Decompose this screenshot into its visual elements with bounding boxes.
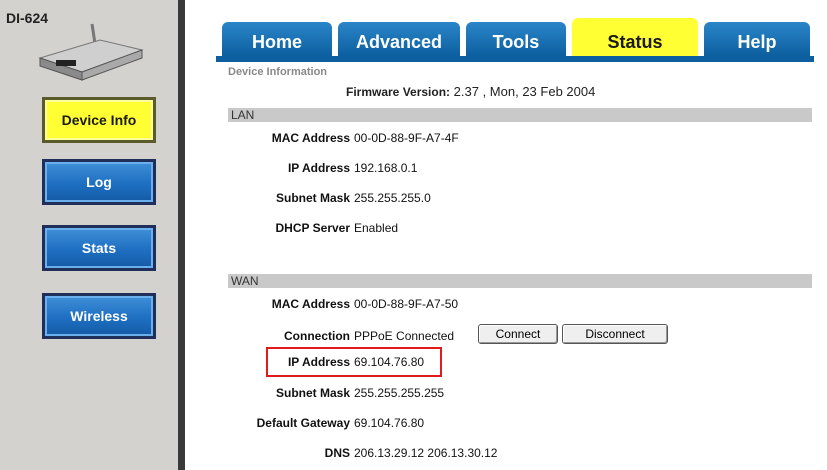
log-label: Log	[86, 174, 112, 190]
main-panel: Home Advanced Tools Status Help Device I…	[204, 0, 827, 470]
device-info-button[interactable]: Device Info	[42, 97, 156, 143]
lan-mac-label: MAC Address	[271, 131, 350, 145]
wan-ip-row: IP Address 69.104.76.80	[216, 353, 424, 371]
wan-ip-value: 69.104.76.80	[354, 355, 425, 369]
wan-subnet-row: Subnet Mask 255.255.255.255	[216, 384, 444, 402]
wan-mac-value: 00-0D-88-9F-A7-50	[354, 297, 459, 311]
sidebar-divider	[178, 0, 185, 470]
stats-button[interactable]: Stats	[42, 225, 156, 271]
gap	[185, 0, 204, 470]
wan-mac-row: MAC Address 00-0D-88-9F-A7-50	[216, 295, 458, 313]
lan-dhcp-value: Enabled	[354, 221, 399, 235]
tab-bar: Home Advanced Tools Status Help	[216, 18, 814, 56]
lan-subnet-label: Subnet Mask	[275, 191, 350, 205]
lan-subnet-value: 255.255.255.0	[354, 191, 431, 205]
stats-label: Stats	[81, 240, 117, 256]
lan-ip-row: IP Address 192.168.0.1	[216, 159, 417, 177]
wan-gateway-value: 69.104.76.80	[354, 416, 425, 430]
firmware-line: Firmware Version: 2.37 , Mon, 23 Feb 200…	[346, 84, 595, 99]
wan-gateway-row: Default Gateway 69.104.76.80	[216, 414, 424, 432]
tab-help[interactable]: Help	[704, 22, 810, 56]
lan-subnet-row: Subnet Mask 255.255.255.0	[216, 189, 431, 207]
lan-dhcp-label: DHCP Server	[275, 221, 350, 235]
firmware-label: Firmware Version:	[346, 85, 451, 99]
tab-tools[interactable]: Tools	[466, 22, 566, 56]
wireless-button[interactable]: Wireless	[42, 293, 156, 339]
lan-mac-row: MAC Address 00-0D-88-9F-A7-4F	[216, 129, 459, 147]
router-icon	[38, 23, 144, 81]
wan-section-bar: WAN	[228, 274, 812, 288]
connect-button[interactable]: Connect	[478, 324, 558, 344]
wan-connection-label: Connection	[284, 329, 350, 343]
lan-mac-value: 00-0D-88-9F-A7-4F	[354, 131, 459, 145]
wan-dns-row: DNS 206.13.29.12 206.13.30.12	[216, 444, 498, 462]
disconnect-button[interactable]: Disconnect	[562, 324, 668, 344]
wan-connection-value: PPPoE Connected	[354, 329, 455, 343]
wan-connection-row: Connection PPPoE Connected	[216, 327, 454, 345]
lan-section-bar: LAN	[228, 108, 812, 122]
wan-dns-label: DNS	[324, 446, 350, 460]
lan-dhcp-row: DHCP Server Enabled	[216, 219, 399, 237]
wan-ip-label: IP Address	[287, 355, 350, 369]
status-content: Device Information Firmware Version: 2.3…	[216, 62, 814, 470]
lan-ip-label: IP Address	[287, 161, 350, 175]
firmware-value: 2.37 , Mon, 23 Feb 2004	[453, 84, 596, 99]
tab-home[interactable]: Home	[222, 22, 332, 56]
tab-advanced[interactable]: Advanced	[338, 22, 460, 56]
tab-status[interactable]: Status	[572, 18, 698, 56]
wireless-label: Wireless	[70, 308, 128, 324]
sidebar: DI-624 Device Info Log Stats Wireless	[0, 0, 178, 470]
lan-ip-value: 192.168.0.1	[354, 161, 418, 175]
wan-mac-label: MAC Address	[271, 297, 350, 311]
page-heading: Device Information	[228, 66, 328, 78]
wan-dns-value: 206.13.29.12 206.13.30.12	[354, 446, 498, 460]
wan-gateway-label: Default Gateway	[256, 416, 350, 430]
device-info-label: Device Info	[61, 112, 137, 128]
wan-subnet-value: 255.255.255.255	[354, 386, 445, 400]
log-button[interactable]: Log	[42, 159, 156, 205]
wan-subnet-label: Subnet Mask	[275, 386, 350, 400]
